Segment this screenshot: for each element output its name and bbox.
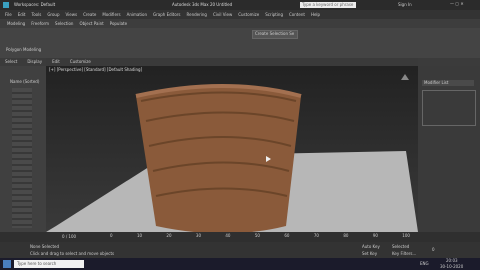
ribbon-tab-4[interactable]: Populate (107, 21, 130, 26)
window-controls[interactable]: — ▢ ✕ (450, 2, 464, 6)
timeline-tick: 0 (110, 233, 113, 238)
command-panel-header (418, 58, 480, 66)
ribbon-tab-1[interactable]: Freeform (28, 21, 52, 26)
search-input[interactable]: Type a keyword or phrase (300, 2, 356, 8)
menu-item-11[interactable]: Customize (235, 12, 262, 17)
scene-explorer-tab-1[interactable]: Display (24, 60, 45, 64)
title-bar: Workspaces: Default Autodesk 3ds Max 20 … (0, 0, 480, 10)
menu-item-13[interactable]: Content (286, 12, 308, 17)
selection-status: None Selected (30, 244, 60, 249)
modifier-list-dropdown[interactable]: Modifier List (422, 80, 474, 86)
basket-scene (46, 74, 418, 232)
lang-indicator[interactable]: ENG (420, 262, 429, 266)
scene-explorer-tab-0[interactable]: Select (2, 60, 20, 64)
selected-dropdown[interactable]: Selected (392, 245, 409, 249)
ribbon: Polygon Modeling Create Selection Se (0, 28, 480, 58)
timeline-tick: 80 (343, 233, 349, 238)
key-filters-button[interactable]: Key Filters... (392, 252, 416, 256)
clock-date[interactable]: 30-10-2020 (440, 265, 463, 269)
scene-explorer-header: Select Display Edit Customize (0, 58, 91, 66)
viewcube-icon[interactable] (401, 74, 409, 80)
timeline-tick: 30 (195, 233, 201, 238)
basket-body (136, 86, 301, 232)
timeline-tick: 20 (166, 233, 172, 238)
timeline-tick: 100 (402, 233, 410, 238)
menu-item-6[interactable]: Modifiers (99, 12, 123, 17)
scene-object-list[interactable] (12, 88, 32, 228)
menu-item-12[interactable]: Scripting (262, 12, 286, 17)
autokey-button[interactable]: Auto Key (362, 245, 380, 249)
current-frame[interactable]: 0 (432, 248, 435, 252)
menu-item-5[interactable]: Create (80, 12, 99, 17)
ribbon-tab-2[interactable]: Selection (52, 21, 76, 26)
taskbar-search[interactable]: Type here to search (14, 260, 84, 268)
selection-set-dropdown[interactable]: Create Selection Se (252, 30, 298, 39)
menu-item-9[interactable]: Rendering (184, 12, 210, 17)
perspective-viewport[interactable]: [+] [Perspective] [Standard] [Default Sh… (46, 66, 418, 232)
menu-item-3[interactable]: Group (44, 12, 62, 17)
status-bar: None Selected Click and drag to select a… (0, 242, 480, 258)
scene-explorer-tab-3[interactable]: Customize (67, 60, 94, 64)
app-title: Autodesk 3ds Max 20 Untitled (172, 2, 233, 7)
menu-item-14[interactable]: Help (308, 12, 323, 17)
app-logo (3, 2, 9, 8)
menu-bar: File Edit Tools Group Views Create Modifiers An… (0, 10, 480, 19)
timeline-tick: 10 (136, 233, 143, 238)
windows-start-icon[interactable] (3, 260, 11, 268)
taskbar: Type here to search ENG 20:03 30-10-2020 (0, 258, 480, 270)
clock-time[interactable]: 20:03 (446, 259, 458, 263)
menu-item-8[interactable]: Graph Editors (150, 12, 183, 17)
ribbon-tab-0[interactable]: Modeling (4, 21, 28, 26)
command-panel: Modifier List (418, 66, 480, 232)
modifier-stack[interactable] (422, 90, 476, 126)
menu-item-2[interactable]: Tools (28, 12, 44, 17)
frame-counter: 0 / 100 (62, 234, 77, 239)
user-signin[interactable]: Sign In (398, 3, 412, 7)
timeline-tick: 70 (313, 233, 319, 238)
menu-item-1[interactable]: Edit (15, 12, 29, 17)
menu-item-4[interactable]: Views (63, 12, 81, 17)
timeline-tick: 90 (372, 233, 378, 238)
setkey-button[interactable]: Set Key (362, 252, 377, 256)
ribbon-panel-label: Polygon Modeling (6, 47, 42, 52)
timeline[interactable]: 0 / 100 0 10 20 30 40 50 60 70 80 90 100 (0, 232, 480, 242)
menu-item-0[interactable]: File (2, 12, 15, 17)
timeline-tick: 50 (254, 233, 260, 238)
workspace-label[interactable]: Workspaces: Default (14, 3, 55, 7)
menu-item-10[interactable]: Civil View (210, 12, 235, 17)
prompt-line: Click and drag to select and move object… (30, 251, 115, 256)
menu-item-7[interactable]: Animation (124, 12, 150, 17)
scene-explorer-tab-2[interactable]: Edit (49, 60, 63, 64)
ribbon-tab-3[interactable]: Object Paint (76, 21, 106, 26)
timeline-tick: 60 (284, 233, 290, 238)
scene-explorer: Name (Sorted) (0, 66, 46, 232)
scene-explorer-column: Name (Sorted) (10, 79, 40, 84)
timeline-tick: 40 (225, 233, 231, 238)
